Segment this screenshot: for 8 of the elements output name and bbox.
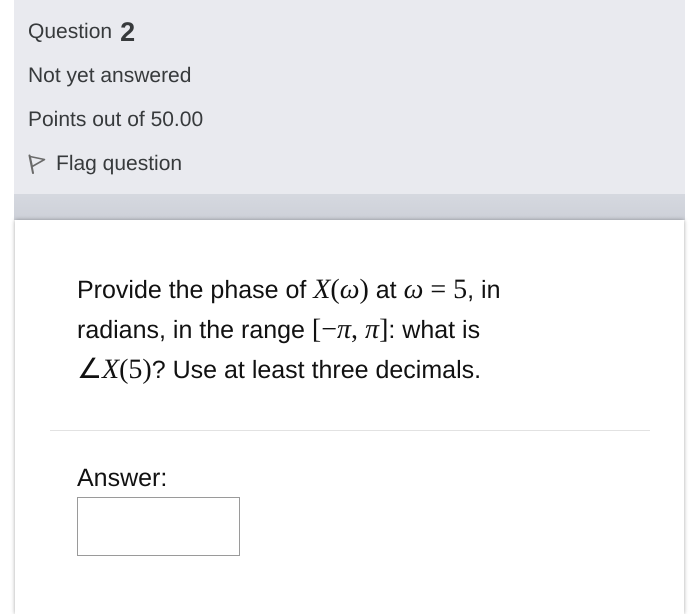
question-label: Question [28, 20, 112, 44]
points-text: Points out of 50.00 [28, 108, 204, 132]
flag-question-link[interactable]: Flag question [28, 152, 182, 176]
answer-label: Answer: [77, 464, 168, 492]
question-text: Provide the phase of X(ω) at ω = 5, in radians, in the range [−π, π]: what is ∠X(5)? Use at least three decimals. [77, 273, 502, 387]
answer-status: Not yet answered [28, 64, 192, 88]
question-number: 2 [120, 16, 136, 48]
answer-field[interactable] [77, 497, 240, 556]
